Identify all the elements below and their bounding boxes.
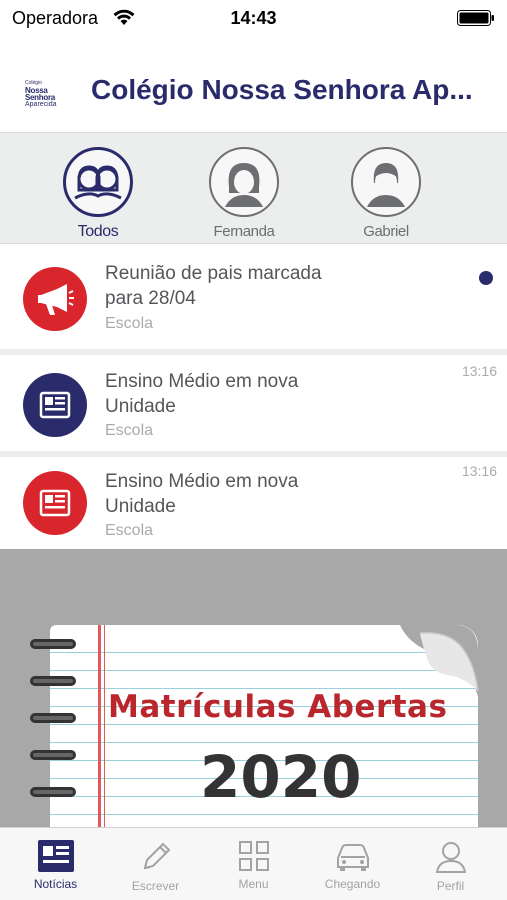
tab-noticias[interactable]: Notícias bbox=[5, 828, 106, 900]
tab-escrever[interactable]: Escrever bbox=[105, 828, 206, 900]
notebook-margin bbox=[104, 625, 105, 829]
notebook-margin bbox=[98, 625, 101, 829]
clock: 14:43 bbox=[230, 8, 277, 28]
tab-bar: Notícias Escrever Menu Chegando Perfil bbox=[0, 827, 507, 900]
news-list-item[interactable]: Ensino Médio em nova Unidade Escola 13:1… bbox=[0, 355, 507, 451]
tab-label: Notícias bbox=[33, 877, 78, 891]
newspaper-icon bbox=[37, 840, 74, 872]
news-title-line-1: Reunião de pais marcada bbox=[105, 263, 322, 284]
page-title: Colégio Nossa Senhora Ap... bbox=[91, 74, 473, 105]
logo-line-3: Aparecida bbox=[25, 101, 57, 108]
news-title-line-2: Unidade bbox=[105, 396, 176, 417]
battery-icon bbox=[457, 10, 495, 26]
group-icon bbox=[63, 147, 133, 217]
news-category: Escola bbox=[105, 522, 154, 539]
news-category: Escola bbox=[105, 422, 154, 439]
news-title: Ensino Médio em nova Unidade bbox=[105, 469, 365, 519]
banner-title: Matrículas Abertas bbox=[108, 689, 448, 725]
tab-label: Menu bbox=[238, 877, 269, 891]
app-header: Colégio Nossa Senhora Aparecida Colégio … bbox=[0, 36, 507, 132]
spiral-ring bbox=[30, 787, 76, 797]
newspaper-icon bbox=[23, 471, 87, 535]
news-title-line-1: Ensino Médio em nova bbox=[105, 471, 299, 492]
filter-label-fernanda: Fernanda bbox=[213, 223, 275, 240]
newspaper-icon bbox=[23, 373, 87, 437]
tab-menu[interactable]: Menu bbox=[203, 828, 304, 900]
news-list-item[interactable]: Reunião de pais marcada para 28/04 Escol… bbox=[0, 245, 507, 349]
news-time: 13:16 bbox=[461, 363, 497, 379]
megaphone-icon bbox=[23, 267, 87, 331]
page-curl-icon bbox=[400, 625, 479, 697]
enrollment-banner[interactable]: Matrículas Abertas 2020 bbox=[0, 549, 507, 829]
unread-indicator bbox=[479, 271, 493, 285]
female-avatar-icon bbox=[209, 147, 279, 217]
tab-label: Escrever bbox=[131, 879, 180, 893]
news-title-line-2: para 28/04 bbox=[105, 288, 196, 309]
pencil-icon bbox=[143, 842, 170, 870]
news-title: Reunião de pais marcada para 28/04 bbox=[105, 261, 365, 311]
news-title-line-1: Ensino Médio em nova bbox=[105, 371, 299, 392]
news-list-item[interactable]: Ensino Médio em nova Unidade Escola 13:1… bbox=[0, 457, 507, 549]
spiral-ring bbox=[30, 713, 76, 723]
spiral-ring bbox=[30, 676, 76, 686]
news-category: Escola bbox=[105, 315, 154, 332]
banner-year: 2020 bbox=[200, 743, 362, 811]
tab-perfil[interactable]: Perfil bbox=[400, 828, 501, 900]
logo-line-2: Nossa Senhora bbox=[25, 86, 55, 102]
male-avatar-icon bbox=[351, 147, 421, 217]
filter-label-gabriel: Gabriel bbox=[363, 223, 409, 240]
filter-label-todos: Todos bbox=[77, 223, 119, 240]
person-icon bbox=[435, 842, 466, 873]
spiral-ring bbox=[30, 750, 76, 760]
spiral-ring bbox=[30, 639, 76, 649]
tab-chegando[interactable]: Chegando bbox=[302, 828, 403, 900]
filter-gabriel[interactable]: Gabriel bbox=[336, 147, 436, 240]
tab-label: Perfil bbox=[436, 879, 465, 893]
news-time: 13:16 bbox=[461, 463, 497, 479]
filter-todos[interactable]: Todos bbox=[48, 147, 148, 241]
student-filter-bar: Todos Fernanda Gabriel bbox=[0, 132, 507, 244]
school-logo: Colégio Nossa Senhora Aparecida bbox=[25, 80, 77, 108]
car-icon bbox=[336, 844, 369, 871]
news-title: Ensino Médio em nova Unidade bbox=[105, 369, 365, 419]
news-title-line-2: Unidade bbox=[105, 496, 176, 517]
status-bar: Operadora 14:43 bbox=[0, 0, 507, 36]
filter-fernanda[interactable]: Fernanda bbox=[194, 147, 294, 240]
tab-label: Chegando bbox=[324, 877, 381, 891]
grid-icon bbox=[238, 841, 269, 871]
